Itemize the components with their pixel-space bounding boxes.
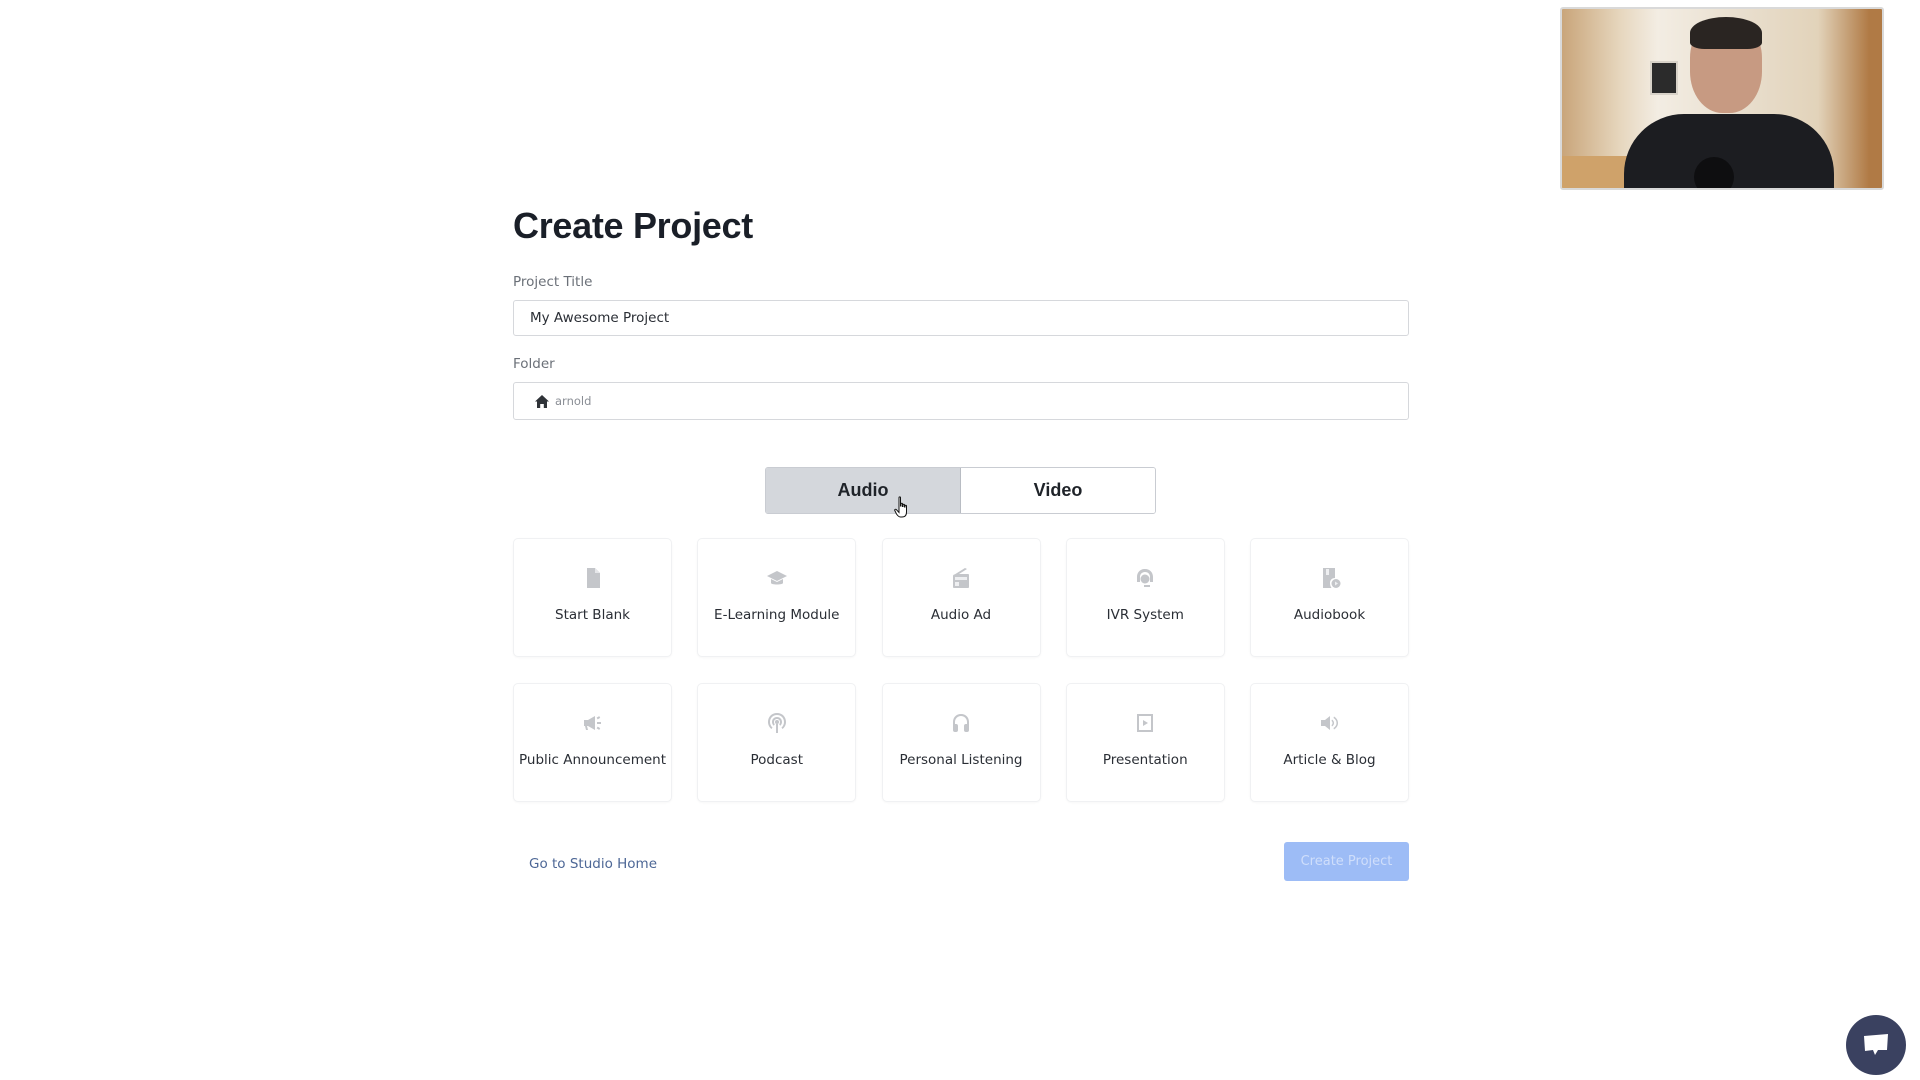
folder-select[interactable]: arnold <box>513 382 1409 420</box>
chat-widget-button[interactable] <box>1846 1015 1906 1075</box>
folder-value: arnold <box>555 394 592 408</box>
webcam-overlay <box>1560 7 1884 190</box>
tab-video[interactable]: Video <box>961 468 1155 513</box>
hand-pointer-cursor-icon <box>894 496 907 518</box>
template-grid: Start Blank E-Learning Module Audio Ad I… <box>513 538 1409 802</box>
template-label: E-Learning Module <box>714 607 840 623</box>
headphones-icon <box>950 712 972 734</box>
template-card-personal-listening[interactable]: Personal Listening <box>881 683 1041 802</box>
headset-agent-icon <box>1134 567 1156 589</box>
template-label: Audio Ad <box>930 607 992 623</box>
template-label: Public Announcement <box>519 752 666 768</box>
template-card-article-blog[interactable]: Article & Blog <box>1250 683 1409 802</box>
megaphone-icon <box>582 712 604 734</box>
create-project-button[interactable]: Create Project <box>1284 842 1409 881</box>
template-card-audiobook[interactable]: Audiobook <box>1250 538 1409 657</box>
graduation-cap-icon <box>766 567 788 589</box>
project-title-label: Project Title <box>513 274 593 290</box>
template-label: Start Blank <box>555 607 630 623</box>
webcam-person-hair <box>1690 17 1762 49</box>
template-card-ivr-system[interactable]: IVR System <box>1065 538 1225 657</box>
template-label: Podcast <box>750 752 803 768</box>
chat-icon <box>1864 1034 1888 1055</box>
file-icon <box>582 567 604 589</box>
play-square-icon <box>1134 712 1156 734</box>
podcast-icon <box>766 712 788 734</box>
template-card-presentation[interactable]: Presentation <box>1065 683 1225 802</box>
tab-audio[interactable]: Audio <box>766 468 961 513</box>
project-type-toggle: Audio Video <box>765 467 1156 514</box>
audiobook-icon <box>1319 567 1341 589</box>
webcam-wall-panel <box>1650 61 1678 95</box>
webcam-floor <box>1562 156 1632 188</box>
template-label: Article & Blog <box>1283 752 1376 768</box>
template-card-start-blank[interactable]: Start Blank <box>513 538 672 657</box>
page-title: Create Project <box>513 205 753 246</box>
project-title-value: My Awesome Project <box>530 310 670 326</box>
volume-icon <box>1319 712 1341 734</box>
template-label: Presentation <box>1102 752 1188 768</box>
template-card-podcast[interactable]: Podcast <box>697 683 857 802</box>
template-card-e-learning-module[interactable]: E-Learning Module <box>697 538 857 657</box>
webcam-microphone <box>1694 157 1734 188</box>
template-card-public-announcement[interactable]: Public Announcement <box>513 683 672 802</box>
go-to-studio-home-link[interactable]: Go to Studio Home <box>529 856 657 872</box>
project-title-input[interactable]: My Awesome Project <box>513 300 1409 336</box>
radio-icon <box>950 567 972 589</box>
home-icon <box>535 394 549 408</box>
template-label: Personal Listening <box>899 752 1023 768</box>
template-label: IVR System <box>1106 607 1184 623</box>
folder-label: Folder <box>513 356 555 372</box>
template-label: Audiobook <box>1293 607 1366 623</box>
template-card-audio-ad[interactable]: Audio Ad <box>881 538 1041 657</box>
